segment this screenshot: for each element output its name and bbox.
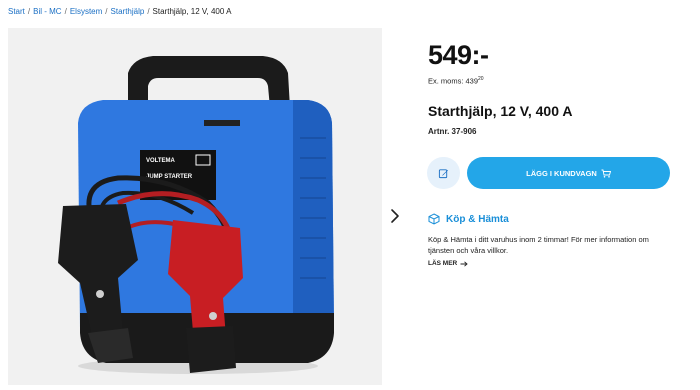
ex-moms-value: 439 bbox=[465, 76, 479, 86]
arrow-right-icon bbox=[460, 260, 468, 267]
package-icon bbox=[428, 213, 440, 225]
edit-note-button[interactable] bbox=[427, 157, 460, 189]
chevron-right-icon bbox=[391, 209, 399, 223]
price-ex-moms: Ex. moms: 43920 bbox=[428, 76, 484, 86]
breadcrumb-elsystem[interactable]: Elsystem bbox=[70, 7, 102, 16]
pencil-icon bbox=[438, 168, 449, 178]
ex-moms-cents: 20 bbox=[478, 76, 484, 82]
add-to-cart-label: LÄGG I KUNDVAGN bbox=[526, 168, 597, 178]
ex-moms-label: Ex. moms: bbox=[428, 76, 464, 86]
cart-icon bbox=[601, 169, 611, 178]
read-more-link[interactable]: LÄS MER bbox=[428, 260, 468, 267]
breadcrumb-separator: / bbox=[105, 7, 108, 16]
product-title: Starthjälp, 12 V, 400 A bbox=[428, 103, 573, 119]
breadcrumb-current: Starthjälp, 12 V, 400 A bbox=[152, 7, 232, 16]
breadcrumb-start[interactable]: Start bbox=[8, 7, 25, 16]
product-image: VOLTEMA JUMP STARTER bbox=[58, 56, 334, 374]
breadcrumb-bil-mc[interactable]: Bil - MC bbox=[33, 7, 61, 16]
product-price: 549:- bbox=[428, 40, 489, 70]
breadcrumb: Start / Bil - MC / Elsystem / Starthjälp / Start… bbox=[8, 7, 231, 16]
pickup-description: Köp & Hämta i ditt varuhus inom 2 timmar… bbox=[428, 235, 649, 255]
image-brand-text: VOLTEMA bbox=[146, 158, 176, 164]
product-image-gallery[interactable]: VOLTEMA JUMP STARTER bbox=[8, 28, 382, 385]
article-number: Artnr. 37-906 bbox=[428, 127, 477, 136]
read-more-label: LÄS MER bbox=[428, 260, 458, 267]
breadcrumb-separator: / bbox=[27, 7, 31, 16]
next-image-button[interactable] bbox=[388, 207, 402, 225]
pickup-title: Köp & Hämta bbox=[446, 214, 509, 225]
breadcrumb-separator: / bbox=[147, 7, 150, 16]
add-to-cart-button[interactable]: LÄGG I KUNDVAGN bbox=[467, 157, 670, 189]
breadcrumb-separator: / bbox=[64, 7, 67, 16]
breadcrumb-starthjalp[interactable]: Starthjälp bbox=[111, 7, 145, 16]
